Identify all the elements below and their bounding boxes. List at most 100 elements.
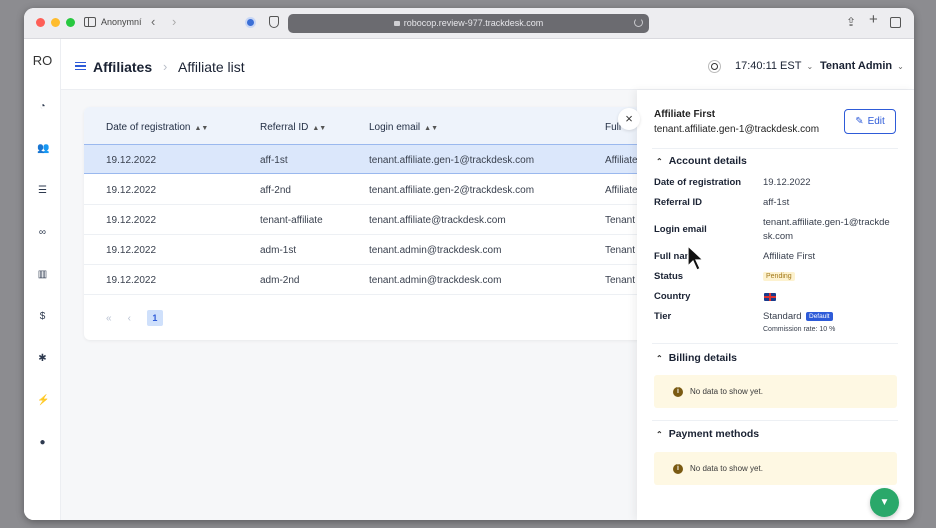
prev-page-button[interactable]: ‹ xyxy=(128,313,131,324)
column-label: Referral ID xyxy=(260,122,309,133)
theme-toggle-icon[interactable] xyxy=(711,63,718,70)
browser-window: Anonymní ‹ › robocop.review-977.trackdes… xyxy=(24,8,914,520)
cell-email: tenant.affiliate.gen-1@trackdesk.com xyxy=(369,155,535,166)
user-name: Tenant Admin xyxy=(820,60,893,72)
column-referral-id[interactable]: Referral ID ▲▼ xyxy=(260,122,326,133)
payment-empty-state: i No data to show yet. xyxy=(654,452,897,485)
value-referral-id: aff-1st xyxy=(763,197,790,208)
table-row[interactable]: 19.12.2022 tenant-affiliate tenant.affil… xyxy=(84,205,659,235)
chart-icon[interactable]: ▥ xyxy=(37,269,48,280)
column-label: Login email xyxy=(369,122,421,133)
status-badge: Pending xyxy=(763,272,795,281)
table-row[interactable]: 19.12.2022 adm-1st tenant.admin@trackdes… xyxy=(84,235,659,265)
cell-referral-id: aff-2nd xyxy=(260,185,291,196)
default-badge: Default xyxy=(806,312,833,321)
mouse-cursor-icon xyxy=(687,245,705,271)
cell-date: 19.12.2022 xyxy=(106,275,157,286)
edit-label: Edit xyxy=(867,116,885,127)
section-title: Billing details xyxy=(668,352,737,364)
sort-icon: ▲▼ xyxy=(194,125,209,132)
chevron-up-icon: ⌃ xyxy=(656,430,663,439)
table-row[interactable]: 19.12.2022 aff-1st tenant.affiliate.gen-… xyxy=(84,144,659,174)
cell-date: 19.12.2022 xyxy=(106,245,157,256)
affiliate-table-card: Date of registration ▲▼ Referral ID ▲▼ Log… xyxy=(84,107,659,340)
browser-profile-label[interactable]: Anonymní xyxy=(101,17,142,27)
new-tab-icon[interactable]: + xyxy=(869,12,878,27)
info-icon: i xyxy=(673,464,683,474)
account-details-header[interactable]: ⌃ Account details xyxy=(656,155,747,167)
sidebar-toggle-icon[interactable] xyxy=(84,17,96,27)
forward-arrow-icon[interactable]: › xyxy=(172,15,176,29)
label-date-registration: Date of registration xyxy=(654,177,742,188)
column-login-email[interactable]: Login email ▲▼ xyxy=(369,122,438,133)
user-menu[interactable]: Tenant Admin ⌄ xyxy=(820,60,904,72)
bolt-icon[interactable]: ⚡ xyxy=(37,395,49,406)
sort-icon: ▲▼ xyxy=(312,125,327,132)
gear-icon[interactable]: ✱ xyxy=(37,353,48,364)
first-page-button[interactable]: « xyxy=(106,313,112,324)
hamburger-menu-icon[interactable] xyxy=(75,62,86,70)
extension-icon[interactable] xyxy=(245,17,256,28)
help-icon[interactable]: ● xyxy=(37,437,48,448)
pagination: « ‹ 1 xyxy=(106,310,163,326)
minimize-window-button[interactable] xyxy=(51,18,60,27)
billing-details-header[interactable]: ⌃ Billing details xyxy=(656,352,737,364)
link-icon[interactable]: ∞ xyxy=(37,227,48,238)
label-status: Status xyxy=(654,271,684,282)
close-drawer-button[interactable]: × xyxy=(618,108,640,130)
column-date[interactable]: Date of registration ▲▼ xyxy=(106,122,208,133)
back-arrow-icon[interactable]: ‹ xyxy=(151,15,155,29)
affiliate-name: Affiliate First xyxy=(654,109,716,120)
timezone-clock[interactable]: 17:40:11 EST ⌄ xyxy=(735,60,813,72)
table-row[interactable]: 19.12.2022 aff-2nd tenant.affiliate.gen-… xyxy=(84,175,659,205)
reload-icon[interactable] xyxy=(634,18,643,27)
value-login-email: tenant.affiliate.gen-1@trackdesk.com xyxy=(763,217,890,242)
window-controls xyxy=(36,18,75,27)
left-navigation: RO ◔ 👥 ☰ ∞ ▥ $ ✱ ⚡ ● xyxy=(24,39,61,520)
label-tier: Tier xyxy=(654,311,672,322)
cell-date: 19.12.2022 xyxy=(106,185,157,196)
address-bar[interactable]: robocop.review-977.trackdesk.com xyxy=(288,14,649,33)
page-1-button[interactable]: 1 xyxy=(146,310,163,326)
chevron-down-icon: ⌄ xyxy=(806,62,814,71)
url-text: robocop.review-977.trackdesk.com xyxy=(403,18,544,28)
cell-email: tenant.admin@trackdesk.com xyxy=(369,245,502,256)
list-icon[interactable]: ☰ xyxy=(37,185,48,196)
tab-overview-icon[interactable] xyxy=(890,17,901,28)
page-title: Affiliate list xyxy=(178,59,245,75)
edit-button[interactable]: ✎ Edit xyxy=(844,109,896,134)
cell-email: tenant.admin@trackdesk.com xyxy=(369,275,502,286)
users-icon[interactable]: 👥 xyxy=(37,143,49,154)
logo[interactable]: RO xyxy=(24,53,61,68)
dollar-icon[interactable]: $ xyxy=(37,311,48,322)
shield-icon[interactable] xyxy=(269,16,279,28)
app-root: RO ◔ 👥 ☰ ∞ ▥ $ ✱ ⚡ ● Affiliates › Affili… xyxy=(24,39,914,520)
close-window-button[interactable] xyxy=(36,18,45,27)
table-row[interactable]: 19.12.2022 adm-2nd tenant.admin@trackdes… xyxy=(84,265,659,295)
label-login-email: Login email xyxy=(654,224,707,235)
top-bar: Affiliates › Affiliate list 17:40:11 EST… xyxy=(61,39,914,90)
browser-toolbar: Anonymní ‹ › robocop.review-977.trackdes… xyxy=(24,8,914,39)
value-full-name: Affiliate First xyxy=(763,251,816,262)
share-icon[interactable]: ⇪ xyxy=(846,15,856,29)
column-label: Date of registration xyxy=(106,122,191,133)
payment-methods-header[interactable]: ⌃ Payment methods xyxy=(656,428,759,440)
filter-fab-button[interactable]: ▼ xyxy=(870,488,899,517)
address-text: robocop.review-977.trackdesk.com xyxy=(288,18,649,28)
label-country: Country xyxy=(654,291,691,302)
dashboard-icon[interactable]: ◔ xyxy=(37,101,48,112)
uk-flag-icon xyxy=(764,293,776,301)
section-title: Payment methods xyxy=(668,428,760,440)
maximize-window-button[interactable] xyxy=(66,18,75,27)
breadcrumb-affiliates[interactable]: Affiliates xyxy=(93,59,152,75)
info-icon: i xyxy=(673,387,683,397)
empty-message: No data to show yet. xyxy=(690,387,763,396)
pencil-icon: ✎ xyxy=(855,116,864,127)
value-tier: Standard xyxy=(763,311,802,322)
clock-text: 17:40:11 EST xyxy=(735,60,802,72)
cell-date: 19.12.2022 xyxy=(106,155,157,166)
commission-rate: Commission rate: 10 % xyxy=(763,326,836,333)
chevron-up-icon: ⌃ xyxy=(656,157,663,166)
cell-email: tenant.affiliate@trackdesk.com xyxy=(369,215,506,226)
cell-full-name: Affiliate xyxy=(605,185,638,196)
